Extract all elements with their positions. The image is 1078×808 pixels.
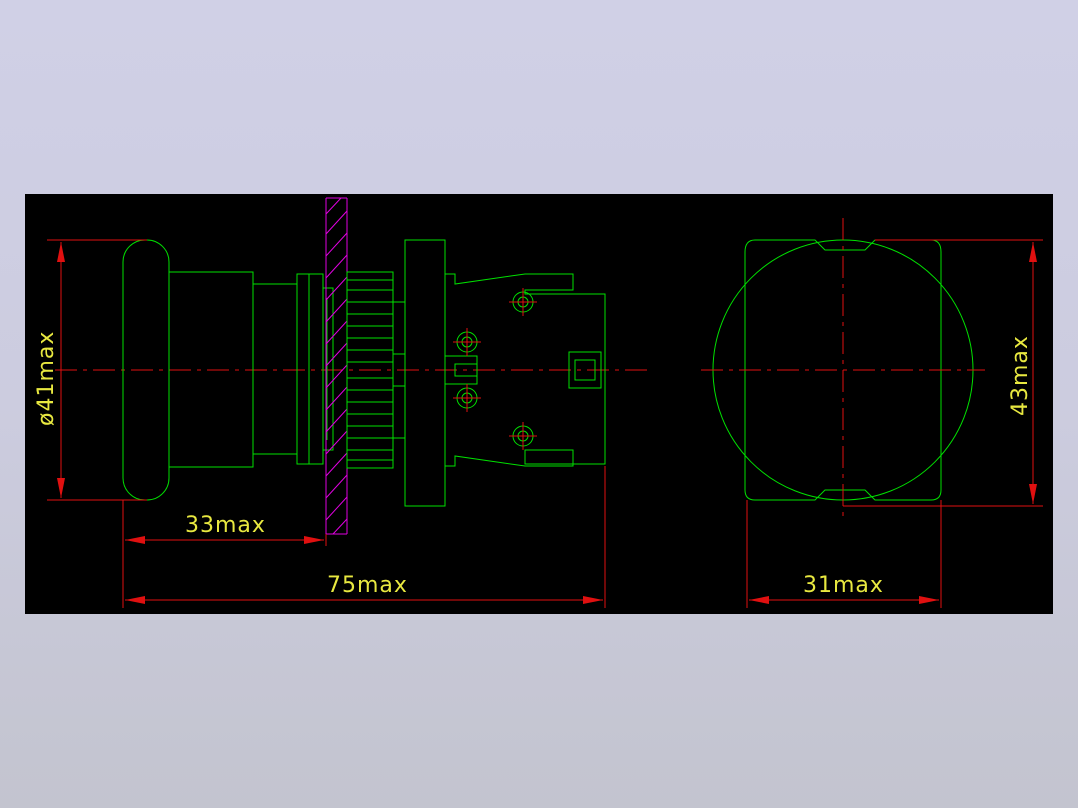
body-step (252, 283, 298, 455)
dim-overall-label: 75max (327, 573, 408, 598)
drawing-canvas: ø41max 33max 75max 31max 43max (34, 197, 1043, 608)
dim-height: 43max (843, 239, 1043, 507)
dim-width: 31max (746, 500, 942, 608)
collar (296, 273, 324, 465)
dim-height-label: 43max (1008, 335, 1033, 416)
dim-diameter-label: ø41max (34, 331, 59, 426)
side-view (55, 197, 653, 535)
panel-section (325, 197, 348, 535)
cad-viewport[interactable]: ø41max 33max 75max 31max 43max (25, 194, 1053, 614)
dim-offset: 33max (122, 500, 327, 608)
mounting-plate (404, 239, 446, 507)
front-view (701, 218, 985, 522)
dim-width-label: 31max (803, 573, 884, 598)
dim-diameter: ø41max (34, 239, 147, 501)
dim-offset-label: 33max (185, 513, 266, 538)
